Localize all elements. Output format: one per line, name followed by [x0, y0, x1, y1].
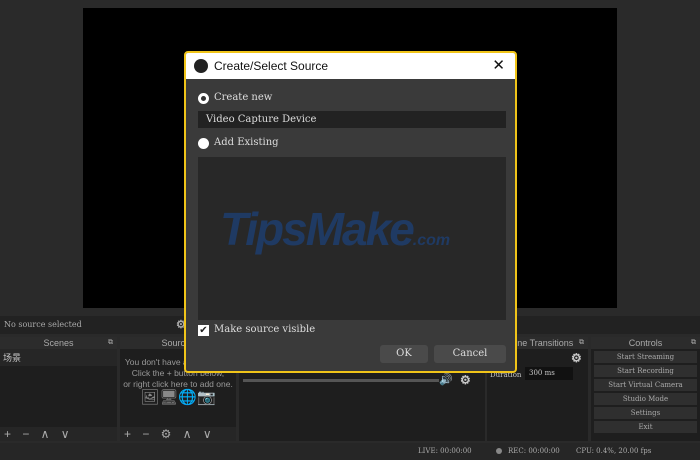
close-icon[interactable]: ✕: [492, 53, 505, 79]
studio-mode-button[interactable]: Studio Mode: [594, 393, 697, 405]
rec-status: REC: 00:00:00: [508, 447, 560, 455]
obs-logo-icon: [194, 59, 208, 73]
status-bar: LIVE: 00:00:00 REC: 00:00:00 CPU: 0.4%, …: [0, 443, 700, 460]
settings-button[interactable]: Settings: [594, 407, 697, 419]
exit-button[interactable]: Exit: [594, 421, 697, 433]
undock-icon[interactable]: ⧉: [579, 337, 584, 349]
duration-input[interactable]: 300 ms: [525, 367, 573, 380]
controls-title: Controls: [628, 338, 663, 348]
add-existing-label[interactable]: Add Existing: [214, 137, 279, 148]
scenes-title: Scenes: [43, 338, 74, 348]
ok-button[interactable]: OK: [380, 345, 428, 363]
volume-slider[interactable]: [243, 379, 439, 382]
start-virtual-camera-button[interactable]: Start Virtual Camera: [594, 379, 697, 391]
rec-indicator-icon: [496, 448, 502, 454]
live-status: LIVE: 00:00:00: [418, 447, 472, 455]
make-visible-checkbox[interactable]: ✔: [198, 325, 209, 336]
undock-icon[interactable]: ⧉: [108, 337, 113, 349]
scenes-toolbar[interactable]: + − ∧ ∨: [0, 427, 117, 441]
gear-icon[interactable]: ⚙: [460, 373, 471, 387]
add-existing-radio[interactable]: [198, 138, 209, 149]
scene-item[interactable]: 场景: [0, 349, 117, 366]
cancel-button[interactable]: Cancel: [434, 345, 506, 363]
create-new-radio[interactable]: [198, 93, 209, 104]
no-source-label: No source selected: [4, 320, 82, 329]
create-select-source-dialog: Create/Select Source ✕ Create new Video C…: [184, 51, 517, 373]
dialog-titlebar: Create/Select Source ✕: [186, 53, 515, 79]
scenes-dock: Scenes ⧉ 场景 + − ∧ ∨: [0, 337, 117, 441]
create-new-label[interactable]: Create new: [214, 92, 272, 103]
start-recording-button[interactable]: Start Recording: [594, 365, 697, 377]
start-streaming-button[interactable]: Start Streaming: [594, 351, 697, 363]
controls-dock: Controls ⧉ Start Streaming Start Recordin…: [591, 337, 700, 441]
gear-icon[interactable]: ⚙: [571, 351, 582, 365]
undock-icon[interactable]: ⧉: [691, 337, 696, 349]
speaker-icon[interactable]: 🔊: [439, 373, 453, 386]
existing-sources-list[interactable]: TipsMake.com: [198, 157, 506, 320]
cpu-status: CPU: 0.4%, 20.00 fps: [576, 447, 652, 455]
source-type-icons: 🖼🖥🌐📷: [140, 389, 216, 406]
sources-toolbar[interactable]: + − ⚙ ∧ ∨: [120, 427, 236, 441]
dialog-title: Create/Select Source: [214, 59, 329, 73]
watermark-logo: TipsMake.com: [220, 203, 451, 255]
source-name-input[interactable]: Video Capture Device: [198, 111, 506, 128]
make-visible-label[interactable]: Make source visible: [214, 324, 315, 335]
